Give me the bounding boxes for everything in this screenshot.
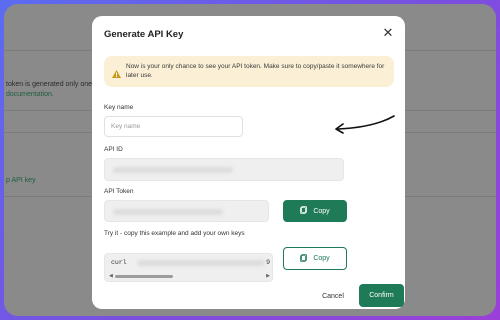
api-token-field[interactable] (104, 200, 269, 222)
example-label: Try it - copy this example and add your … (104, 230, 245, 237)
alert-text: Now is your only chance to see your API … (126, 63, 385, 79)
example-code-box[interactable]: curl 9 ◀ ▶ (104, 253, 273, 282)
key-name-label: Key name (104, 104, 134, 111)
generate-api-key-modal: Generate API Key ✕ Now is your only chan… (92, 16, 405, 309)
copy-label: Copy (313, 255, 330, 262)
api-token-label: API Token (104, 188, 134, 195)
copy-label: Copy (313, 207, 330, 215)
confirm-button[interactable]: Confirm (359, 284, 404, 307)
blurred-value (113, 167, 233, 173)
horizontal-scrollbar[interactable]: ◀ ▶ (109, 273, 270, 279)
api-id-field[interactable] (104, 158, 344, 181)
modal-title: Generate API Key (104, 29, 184, 40)
warning-icon (112, 65, 121, 83)
cancel-button[interactable]: Cancel (313, 287, 353, 305)
copy-example-button[interactable]: Copy (283, 247, 347, 270)
key-name-input[interactable] (104, 116, 243, 137)
code-start: curl (111, 259, 127, 266)
blurred-value (113, 209, 223, 215)
scroll-left-icon[interactable]: ◀ (109, 273, 113, 279)
copy-icon (300, 206, 308, 216)
scroll-right-icon[interactable]: ▶ (266, 273, 270, 279)
warning-alert: Now is your only chance to see your API … (104, 56, 394, 87)
copy-token-button[interactable]: Copy (283, 200, 347, 222)
screen-frame: token is generated only one ti documenta… (4, 4, 496, 316)
close-icon[interactable]: ✕ (381, 26, 395, 40)
blurred-code (137, 260, 265, 266)
api-key-link[interactable]: p API key (6, 177, 36, 184)
code-end: 9 (266, 259, 270, 266)
api-id-label: API ID (104, 146, 123, 153)
copy-icon (300, 253, 308, 264)
annotation-arrow-icon (335, 115, 395, 134)
documentation-link[interactable]: documentation. (6, 91, 54, 98)
scroll-thumb[interactable] (115, 275, 173, 278)
background-text: token is generated only one ti (6, 81, 98, 88)
